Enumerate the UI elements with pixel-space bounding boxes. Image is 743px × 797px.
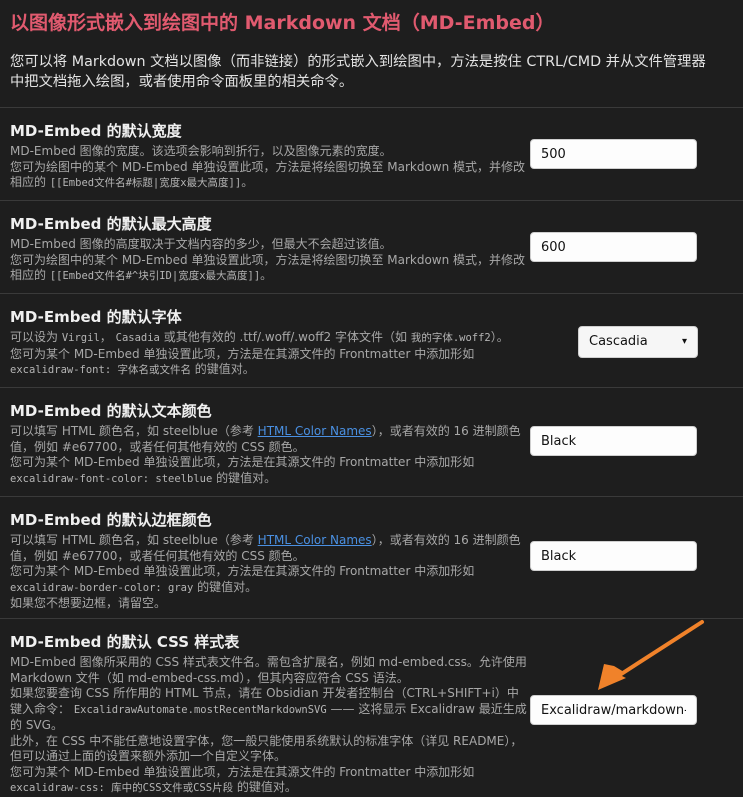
code-snippet: 我的字体.woff2: [410, 332, 491, 344]
code-snippet: excalidraw-font: 字体名或文件名: [10, 364, 191, 376]
code-snippet: excalidraw-css: 库中的CSS文件或CSS片段: [10, 782, 234, 794]
setting-description: 可以填写 HTML 颜色名，如 steelblue（参考 HTML Color …: [10, 424, 530, 487]
desc-text: ）。: [490, 330, 509, 344]
desc-line: MD-Embed 图像的宽度。该选项会影响到折行，以及图像元素的宽度。: [10, 144, 392, 158]
code-snippet: [[Embed文件名#标题|宽度x最大高度]]: [49, 177, 242, 189]
setting-info: MD-Embed 的默认 CSS 样式表 MD-Embed 图像所采用的 CSS…: [10, 631, 530, 797]
default-width-input[interactable]: [530, 139, 697, 169]
setting-info: MD-Embed 的默认最大高度 MD-Embed 图像的高度取决于文档内容的多…: [10, 213, 530, 285]
html-color-names-link[interactable]: HTML Color Names: [258, 533, 372, 547]
desc-text: 可以填写 HTML 颜色名，如 steelblue（参考: [10, 424, 254, 438]
desc-line: excalidraw-border-color: gray 的键值对。: [10, 580, 530, 597]
setting-name: MD-Embed 的默认文本颜色: [10, 402, 212, 420]
desc-text: 的键值对。: [236, 780, 297, 794]
setting-description: MD-Embed 图像所采用的 CSS 样式表文件名。需包含扩展名，例如 md-…: [10, 655, 530, 797]
desc-text: 。: [241, 175, 254, 189]
setting-description: MD-Embed 图像的宽度。该选项会影响到折行，以及图像元素的宽度。 您可为绘…: [10, 144, 530, 192]
setting-default-width: MD-Embed 的默认宽度 MD-Embed 图像的宽度。该选项会影响到折行，…: [0, 107, 743, 200]
desc-text: 。: [260, 268, 273, 282]
default-text-color-input[interactable]: [530, 426, 697, 456]
desc-line: MD-Embed 图像的高度取决于文档内容的多少，但最大不会超过该值。: [10, 237, 392, 251]
desc-line: 如果您不想要边框，请留空。: [10, 596, 167, 610]
setting-default-text-color: MD-Embed 的默认文本颜色 可以填写 HTML 颜色名，如 steelbl…: [0, 387, 743, 496]
code-snippet: ExcalidrawAutomate.mostRecentMarkdownSVG: [73, 703, 327, 716]
desc-text: 可以填写 HTML 颜色名，如 steelblue（参考: [10, 533, 254, 547]
setting-default-font: MD-Embed 的默认字体 可以设为 Virgil， Casadia 或其他有…: [0, 293, 743, 387]
default-border-color-input[interactable]: [530, 541, 697, 571]
setting-name: MD-Embed 的默认宽度: [10, 122, 182, 140]
dropdown-value: Cascadia: [589, 334, 648, 349]
setting-name: MD-Embed 的默认边框颜色: [10, 511, 212, 529]
section-title: 以图像形式嵌入到绘图中的 Markdown 文档（MD-Embed）: [10, 12, 555, 34]
setting-name: MD-Embed 的默认最大高度: [10, 215, 212, 233]
setting-default-border-color: MD-Embed 的默认边框颜色 可以填写 HTML 颜色名，如 steelbl…: [0, 496, 743, 618]
setting-info: MD-Embed 的默认宽度 MD-Embed 图像的宽度。该选项会影响到折行，…: [10, 120, 530, 192]
desc-line: 您可为某个 MD-Embed 单独设置此项，方法是在其源文件的 Frontmat…: [10, 346, 475, 361]
code-snippet: Casadia: [115, 332, 160, 344]
setting-description: 可以设为 Virgil， Casadia 或其他有效的 .ttf/.woff/.…: [10, 330, 530, 379]
desc-text: ，: [99, 330, 112, 344]
desc-line: 可以填写 HTML 颜色名，如 steelblue（参考 HTML Color …: [10, 424, 530, 455]
setting-info: MD-Embed 的默认字体 可以设为 Virgil， Casadia 或其他有…: [10, 306, 530, 379]
code-snippet: [[Embed文件名#^块引ID|宽度x最大高度]]: [49, 270, 261, 282]
setting-description: MD-Embed 图像的高度取决于文档内容的多少，但最大不会超过该值。 您可为绘…: [10, 237, 530, 285]
desc-line: 您可为某个 MD-Embed 单独设置此项，方法是在其源文件的 Frontmat…: [10, 564, 475, 578]
setting-info: MD-Embed 的默认边框颜色 可以填写 HTML 颜色名，如 steelbl…: [10, 509, 530, 612]
default-font-dropdown[interactable]: Cascadia ▾: [578, 326, 698, 358]
chevron-down-icon: ▾: [681, 336, 687, 347]
section-intro: 您可以将 Markdown 文档以图像（而非链接）的形式嵌入到绘图中，方法是按住…: [10, 54, 706, 90]
code-snippet: Virgil: [61, 332, 100, 344]
setting-name: MD-Embed 的默认 CSS 样式表: [10, 633, 240, 651]
desc-text: 或其他有效的 .ttf/.woff/.woff2 字体文件（如: [163, 330, 407, 344]
desc-line: 您可为某个 MD-Embed 单独设置此项，方法是在其源文件的 Frontmat…: [10, 764, 475, 779]
setting-info: MD-Embed 的默认文本颜色 可以填写 HTML 颜色名，如 steelbl…: [10, 400, 530, 487]
default-max-height-input[interactable]: [530, 232, 697, 262]
desc-line: MD-Embed 图像所采用的 CSS 样式表文件名。需包含扩展名，例如 md-…: [10, 655, 527, 685]
annotation-arrow-icon: [598, 620, 704, 690]
setting-default-max-height: MD-Embed 的默认最大高度 MD-Embed 图像的高度取决于文档内容的多…: [0, 200, 743, 293]
default-css-input[interactable]: [530, 695, 697, 725]
code-snippet: excalidraw-font-color: steelblue: [10, 472, 213, 485]
desc-line: 如果您要查询 CSS 所作用的 HTML 节点，请在 Obsidian 开发者控…: [10, 686, 530, 734]
desc-line: 此外，在 CSS 中不能任意地设置字体，您一般只能使用系统默认的标准字体（详见 …: [10, 733, 523, 764]
code-snippet: excalidraw-border-color: gray: [10, 581, 194, 594]
desc-text: 的键值对。: [197, 579, 258, 594]
desc-text: 可以设为: [10, 330, 59, 344]
setting-description: 可以填写 HTML 颜色名，如 steelblue（参考 HTML Color …: [10, 533, 530, 612]
desc-text: 的键值对。: [216, 470, 277, 485]
setting-name: MD-Embed 的默认字体: [10, 308, 182, 326]
desc-line: 您可为某个 MD-Embed 单独设置此项，方法是在其源文件的 Frontmat…: [10, 455, 475, 469]
desc-text: 的键值对。: [194, 362, 255, 376]
html-color-names-link[interactable]: HTML Color Names: [258, 424, 372, 438]
desc-line: 可以设为 Virgil， Casadia 或其他有效的 .ttf/.woff/.…: [10, 330, 530, 347]
desc-line: 可以填写 HTML 颜色名，如 steelblue（参考 HTML Color …: [10, 533, 530, 564]
